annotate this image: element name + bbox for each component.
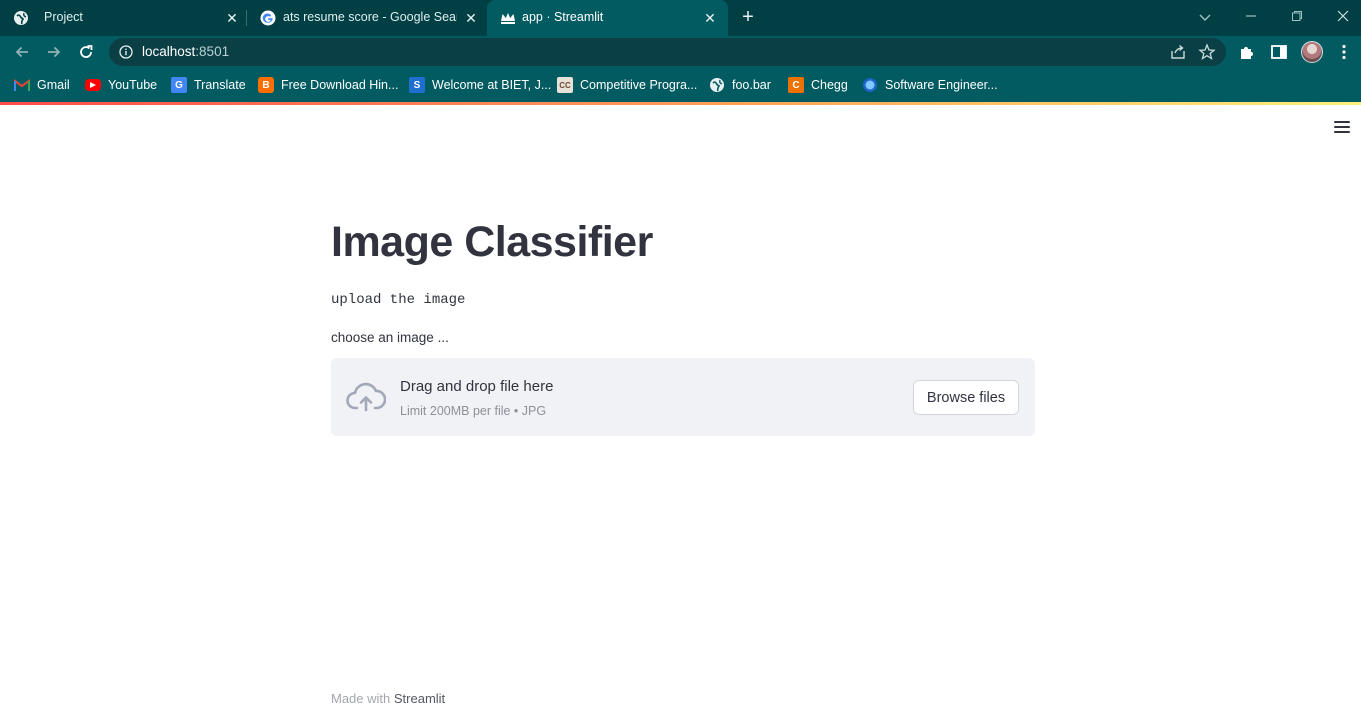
cloud-upload-icon bbox=[346, 382, 387, 412]
circle-icon bbox=[862, 77, 878, 93]
forward-arrow-icon[interactable] bbox=[42, 40, 66, 64]
restore-icon[interactable] bbox=[1285, 6, 1309, 28]
chegg-icon: C bbox=[788, 77, 804, 93]
tab-search-icon[interactable] bbox=[1193, 6, 1217, 28]
site-info-icon[interactable] bbox=[119, 45, 133, 59]
main-menu-icon[interactable] bbox=[1334, 121, 1350, 135]
translate-icon: G bbox=[171, 77, 187, 93]
bookmark-label: Software Engineer... bbox=[885, 78, 998, 92]
tab-title: app · Streamlit bbox=[522, 10, 604, 24]
close-icon[interactable]: ✕ bbox=[702, 9, 718, 27]
s-icon: S bbox=[409, 77, 425, 93]
new-tab-button[interactable]: + bbox=[737, 6, 759, 28]
bookmark-translate[interactable]: G Translate bbox=[171, 76, 246, 94]
tab-streamlit-app[interactable]: app · Streamlit ✕ bbox=[487, 0, 728, 36]
kebab-menu-icon[interactable] bbox=[1334, 42, 1354, 62]
close-window-icon[interactable] bbox=[1331, 6, 1355, 28]
profile-avatar[interactable] bbox=[1301, 41, 1323, 63]
side-panel-icon[interactable] bbox=[1269, 42, 1289, 62]
url-text: localhost:8501 bbox=[142, 44, 229, 59]
bookmark-chegg[interactable]: C Chegg bbox=[788, 76, 848, 94]
bookmark-competitive[interactable]: CC Competitive Progra... bbox=[557, 76, 697, 94]
dropzone-limit-text: Limit 200MB per file • JPG bbox=[400, 404, 547, 418]
extensions-puzzle-icon[interactable] bbox=[1237, 42, 1257, 62]
google-icon bbox=[259, 9, 277, 27]
dropzone-title: Drag and drop file here bbox=[400, 378, 554, 395]
globe-icon bbox=[12, 9, 30, 27]
bookmark-foobar[interactable]: foo.bar bbox=[709, 76, 771, 94]
url-host: localhost bbox=[142, 44, 196, 59]
tab-title: ats resume score - Google Search bbox=[283, 10, 457, 24]
bookmark-free-download[interactable]: B Free Download Hin... bbox=[258, 76, 398, 94]
subtitle-text: upload the image bbox=[331, 292, 466, 308]
bookmark-label: foo.bar bbox=[732, 78, 771, 92]
bookmark-star-icon[interactable] bbox=[1198, 43, 1216, 61]
browse-files-button[interactable]: Browse files bbox=[913, 380, 1019, 415]
address-bar[interactable]: localhost:8501 bbox=[109, 38, 1226, 66]
close-icon[interactable]: ✕ bbox=[224, 9, 240, 27]
bookmark-label: Chegg bbox=[811, 78, 848, 92]
close-icon[interactable]: ✕ bbox=[463, 9, 479, 27]
tab-strip: Project ✕ ats resume score - Google Sear… bbox=[0, 0, 1361, 36]
streamlit-crown-icon bbox=[499, 9, 517, 27]
globe-icon bbox=[709, 77, 725, 93]
url-port: :8501 bbox=[195, 44, 230, 59]
bookmark-label: Translate bbox=[194, 78, 246, 92]
footer-prefix: Made with bbox=[331, 691, 394, 706]
footer-streamlit-link[interactable]: Streamlit bbox=[394, 691, 445, 706]
bookmark-label: Competitive Progra... bbox=[580, 78, 698, 92]
footer: Made with Streamlit bbox=[331, 691, 445, 706]
browser-toolbar: localhost:8501 bbox=[0, 36, 1361, 68]
back-arrow-icon[interactable] bbox=[10, 40, 34, 64]
bookmarks-bar: Gmail YouTube G Translate B Free Downloa… bbox=[0, 68, 1361, 102]
bookmark-software-engineer[interactable]: Software Engineer... bbox=[862, 76, 998, 94]
bookmark-label: Welcome at BIET, J... bbox=[432, 78, 552, 92]
gmail-icon bbox=[14, 77, 30, 93]
tab-project[interactable]: Project ✕ bbox=[0, 0, 246, 36]
page-title: Image Classifier bbox=[331, 218, 653, 266]
file-dropzone[interactable]: Drag and drop file here Limit 200MB per … bbox=[331, 358, 1035, 436]
streamlit-decoration-bar bbox=[0, 102, 1361, 105]
bookmark-label: Free Download Hin... bbox=[281, 78, 399, 92]
share-icon[interactable] bbox=[1170, 44, 1186, 60]
bookmark-biet[interactable]: S Welcome at BIET, J... bbox=[409, 76, 551, 94]
tab-google-search[interactable]: ats resume score - Google Search ✕ bbox=[247, 0, 486, 36]
bookmark-label: YouTube bbox=[108, 78, 158, 92]
bookmark-youtube[interactable]: YouTube bbox=[85, 76, 157, 94]
tab-title: Project bbox=[44, 10, 83, 24]
reload-icon[interactable] bbox=[74, 40, 98, 64]
blogger-icon: B bbox=[258, 77, 274, 93]
youtube-icon bbox=[85, 79, 101, 91]
bookmark-label: Gmail bbox=[37, 78, 70, 92]
bookmark-gmail[interactable]: Gmail bbox=[14, 76, 70, 94]
uploader-label: choose an image ... bbox=[331, 330, 449, 345]
cc-icon: CC bbox=[557, 77, 573, 93]
minimize-icon[interactable] bbox=[1239, 6, 1263, 28]
